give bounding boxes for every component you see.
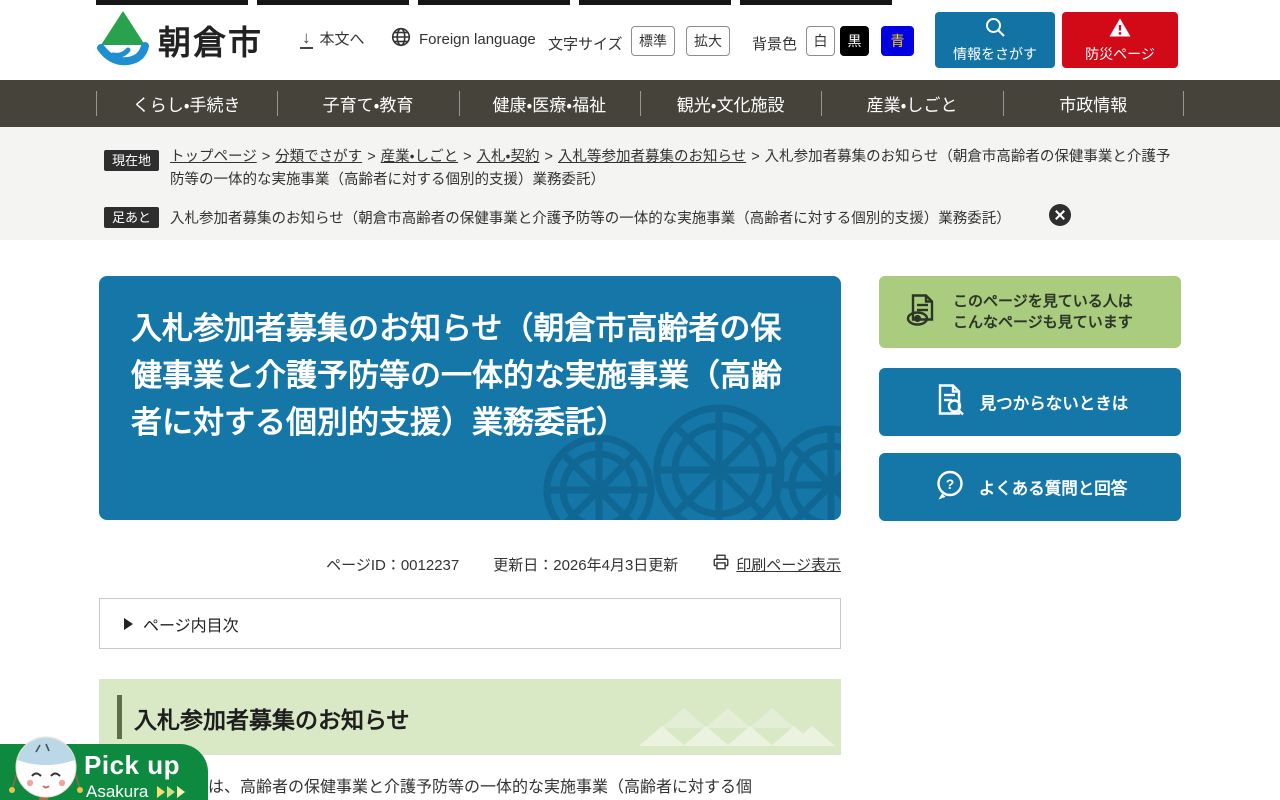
font-size-label: 文字サイズ xyxy=(548,36,623,53)
globe-icon xyxy=(390,26,412,52)
print-page-link[interactable]: 印刷ページ表示 xyxy=(712,553,841,575)
related-pages-button[interactable]: このページを見ている人は こんなページも見ています xyxy=(879,276,1181,348)
faq-label: よくある質問と回答 xyxy=(978,480,1128,498)
foreign-language-link[interactable]: Foreign language xyxy=(390,26,536,52)
page: 朝倉市 ↓ 本文へ Foreign language 文字サイズ 標準 拡大 背… xyxy=(0,0,1280,800)
bg-black-button[interactable]: 黒 xyxy=(840,26,869,56)
water-wheels-decoration-icon xyxy=(509,395,841,520)
nav-item-shisei[interactable]: 市政情報 xyxy=(1002,80,1185,127)
svg-text:?: ? xyxy=(945,476,954,492)
site-name: 朝倉市 xyxy=(158,24,263,61)
pickup-arrows-icon xyxy=(157,786,186,798)
mountain-triangles-icon xyxy=(639,702,835,751)
global-nav: くらし・手続き 子育て・教育 健康・医療・福祉 観光・文化施設 産業・しごと 市… xyxy=(0,80,1280,127)
nav-item-kosodate[interactable]: 子育て・教育 xyxy=(277,80,458,127)
breadcrumb-link-nyusatsu[interactable]: 入札・契約 xyxy=(477,149,540,165)
section-heading-band: 入札参加者募集のお知らせ xyxy=(99,679,841,755)
bg-blue-button[interactable]: 青 xyxy=(881,26,914,56)
page-title-panel: 入札参加者募集のお知らせ（朝倉市高齢者の保健事業と介護予防等の一体的な実施事業（… xyxy=(99,276,841,520)
breadcrumb: トップページ > 分類でさがす > 産業・しごと > 入札・契約 > 入札等参加者募集のお知らせ… xyxy=(170,146,1182,192)
footprint-close-icon[interactable] xyxy=(1049,204,1071,226)
asakura-logo-icon xyxy=(96,9,150,72)
skip-to-content-link[interactable]: ↓ 本文へ xyxy=(300,28,365,49)
updated-date: 更新日：2026年4月3日更新 xyxy=(493,556,679,574)
current-location-badge: 現在地 xyxy=(104,150,160,171)
page-meta: ページID：0012237 更新日：2026年4月3日更新 印刷ページ表示 xyxy=(99,553,841,575)
question-bubble-icon: ? xyxy=(933,468,967,507)
breadcrumb-strip: 現在地 トップページ > 分類でさがす > 産業・しごと > 入札・契約 > 入札等参加者募集の… xyxy=(0,127,1280,240)
down-arrow-icon: ↓ xyxy=(300,27,313,49)
bg-color-label: 背景色 xyxy=(752,36,798,53)
emergency-page-button[interactable]: 防災ページ xyxy=(1062,12,1178,68)
breadcrumb-separator: > xyxy=(367,149,376,165)
site-logo[interactable]: 朝倉市 xyxy=(96,8,263,72)
footprint-page-title: 入札参加者募集のお知らせ（朝倉市高齢者の保健事業と介護予防等の一体的な実施事業（… xyxy=(170,211,1011,227)
breadcrumb-separator: > xyxy=(751,149,760,165)
related-pages-line2: こんなページも見ています xyxy=(953,314,1133,331)
section-heading: 入札参加者募集のお知らせ xyxy=(134,707,410,733)
magnifier-icon xyxy=(984,16,1006,41)
top-decorative-bar xyxy=(96,0,897,5)
document-magnifier-icon xyxy=(932,382,968,423)
toc-arrow-icon xyxy=(124,617,133,630)
site-header: 朝倉市 ↓ 本文へ Foreign language 文字サイズ 標準 拡大 背… xyxy=(0,0,1280,80)
nav-item-kurashi[interactable]: くらし・手続き xyxy=(96,80,277,127)
not-found-label: 見つからないときは xyxy=(979,395,1129,413)
page-id: ページID：0012237 xyxy=(326,556,460,574)
font-large-button[interactable]: 拡大 xyxy=(686,26,730,56)
nav-item-sangyo[interactable]: 産業・しごと xyxy=(821,80,1002,127)
warning-triangle-icon xyxy=(1108,17,1132,41)
bg-white-button[interactable]: 白 xyxy=(806,26,835,56)
breadcrumb-separator: > xyxy=(463,149,472,165)
nav-item-kanko[interactable]: 観光・文化施設 xyxy=(639,80,821,127)
pickup-title: Pick up xyxy=(84,750,180,780)
breadcrumb-link-bunrui[interactable]: 分類でさがす xyxy=(275,149,362,165)
breadcrumb-link-boshu[interactable]: 入札等参加者募集のお知らせ xyxy=(558,149,746,165)
breadcrumb-separator: > xyxy=(261,149,271,165)
document-eye-icon xyxy=(903,292,941,333)
pickup-asakura-badge[interactable]: Pick up Asakura xyxy=(0,736,208,800)
pickup-subtitle: Asakura xyxy=(86,782,149,800)
toc-label: ページ内目次 xyxy=(143,617,239,635)
footprint-badge: 足あと xyxy=(104,207,160,228)
not-found-help-button[interactable]: 見つからないときは xyxy=(879,368,1181,436)
printer-icon xyxy=(712,553,730,575)
breadcrumb-link-sangyo[interactable]: 産業・しごと xyxy=(381,149,458,165)
nav-item-kenko[interactable]: 健康・医療・福祉 xyxy=(458,80,640,127)
page-toc-accordion[interactable]: ページ内目次 xyxy=(99,598,841,649)
breadcrumb-link-top[interactable]: トップページ xyxy=(170,149,257,165)
breadcrumb-separator: > xyxy=(544,149,553,165)
body-paragraph: は、高齢者の保健事業と介護予防等の一体的な実施事業（高齢者に対する個 xyxy=(208,779,753,796)
asakura-mascot-icon xyxy=(6,731,86,800)
faq-button[interactable]: ? よくある質問と回答 xyxy=(879,453,1181,521)
related-pages-line1: このページを見ている人は xyxy=(953,293,1133,310)
font-standard-button[interactable]: 標準 xyxy=(631,26,675,56)
site-search-button[interactable]: 情報をさがす xyxy=(935,12,1055,68)
heading-accent-bar xyxy=(117,695,122,739)
